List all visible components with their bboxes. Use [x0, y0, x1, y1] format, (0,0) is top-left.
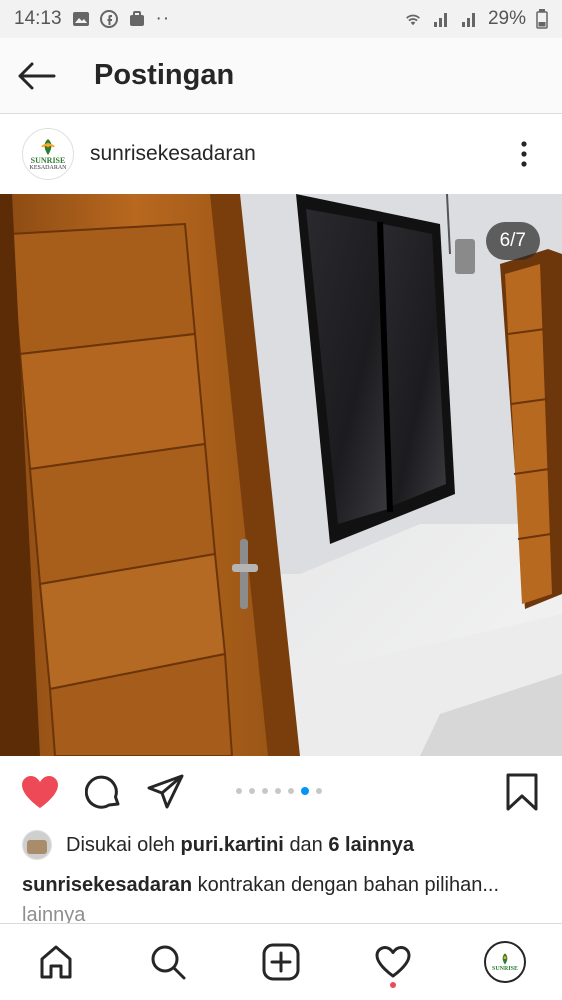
store-notification-icon [129, 11, 144, 26]
bottom-navigation: SUNRISE [0, 923, 562, 1000]
status-right: 29% [404, 8, 548, 30]
post-header: SUNRISE KESADARAN sunrisekesadaran [0, 114, 562, 194]
nav-activity[interactable] [369, 938, 417, 988]
nav-home[interactable] [32, 938, 80, 986]
sunrise-logo-icon [41, 138, 55, 155]
image-counter: 6/7 [485, 222, 540, 260]
gallery-notification-icon [72, 12, 89, 26]
carousel-dot [316, 788, 322, 794]
carousel-dot [249, 788, 255, 794]
action-bar [0, 756, 562, 826]
nav-search[interactable] [144, 938, 192, 986]
caption-text: kontrakan dengan bahan pilihan... [197, 874, 500, 896]
author-avatar[interactable]: SUNRISE KESADARAN [22, 128, 74, 180]
sunrise-logo-small-icon [502, 953, 508, 965]
battery-percent: 29% [487, 8, 526, 29]
carousel-dot-active [301, 787, 309, 795]
top-bar: Postingan [0, 38, 562, 114]
wifi-icon [406, 14, 420, 26]
caption-username[interactable]: sunrisekesadaran [22, 874, 192, 896]
likes-connector: dan [289, 833, 323, 856]
search-icon [151, 945, 186, 980]
facebook-notification-icon [99, 10, 118, 28]
liker-username[interactable]: puri.kartini [181, 834, 284, 857]
avatar-logo-subtext: KESADARAN [29, 164, 67, 171]
profile-logo-text: SUNRISE [491, 966, 518, 972]
more-notifications-icon: ·· [155, 8, 171, 29]
heart-icon [22, 776, 58, 808]
status-time: 14:13 [14, 8, 62, 29]
bookmark-icon [506, 773, 538, 811]
carousel-dot [275, 788, 281, 794]
status-left: 14:13 ·· [14, 8, 170, 30]
post-caption: sunrisekesadaran kontrakan dengan bahan … [22, 870, 542, 930]
likes-row[interactable]: Disukai oleh puri.kartini dan 6 lainnya [22, 828, 414, 862]
activity-notification-dot [390, 982, 396, 988]
home-icon [40, 945, 72, 979]
comment-button[interactable] [82, 770, 126, 814]
signal-icon [433, 13, 447, 27]
activity-icon [375, 946, 411, 978]
share-icon [147, 774, 184, 809]
avatar-logo-text: SUNRISE [30, 155, 66, 165]
back-button[interactable] [8, 48, 64, 104]
carousel-dot [262, 788, 268, 794]
author-username[interactable]: sunrisekesadaran [90, 142, 504, 166]
like-button[interactable] [18, 770, 62, 814]
status-bar: 14:13 ·· 29% [0, 0, 562, 38]
likes-prefix: Disukai oleh [66, 833, 175, 856]
page-title: Postingan [94, 59, 235, 91]
add-icon [262, 943, 300, 981]
likes-others[interactable]: 6 lainnya [328, 834, 414, 857]
door-window-photo [0, 194, 562, 756]
nav-profile[interactable]: SUNRISE [481, 938, 529, 986]
share-button[interactable] [144, 770, 188, 814]
carousel-dots [236, 787, 322, 795]
comment-icon [85, 775, 120, 809]
battery-icon [536, 9, 548, 29]
nav-create[interactable] [257, 938, 305, 986]
more-options-button[interactable] [504, 129, 544, 179]
signal-icon-2 [461, 13, 475, 27]
carousel-dot [288, 788, 294, 794]
post-image[interactable]: 6/7 [0, 194, 562, 756]
profile-avatar: SUNRISE [484, 941, 526, 983]
save-button[interactable] [500, 770, 544, 814]
more-vertical-icon [521, 141, 527, 167]
carousel-dot [236, 788, 242, 794]
liker-avatar [22, 830, 52, 860]
back-arrow-icon [18, 62, 56, 89]
